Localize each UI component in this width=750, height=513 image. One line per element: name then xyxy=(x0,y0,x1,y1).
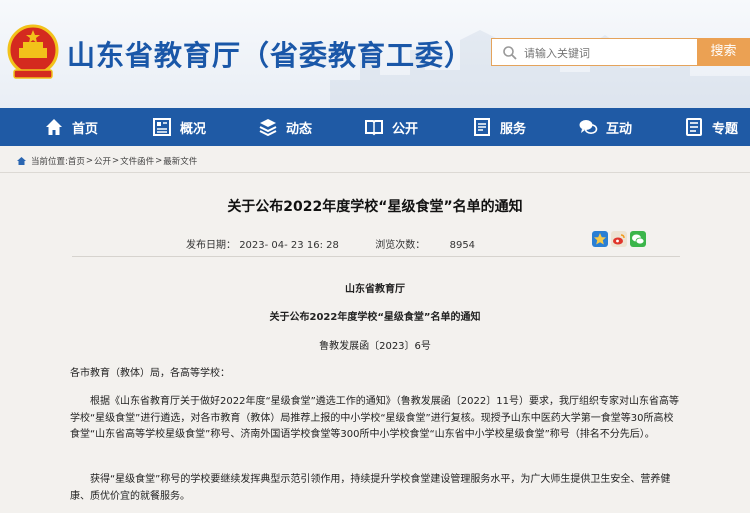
breadcrumb-link-home[interactable]: 首页 xyxy=(68,155,85,167)
publish-date-label: 发布日期： xyxy=(186,240,236,251)
breadcrumb-separator: > xyxy=(85,156,94,166)
search-input[interactable] xyxy=(524,43,689,63)
article-title: 关于公布2022年度学校“星级食堂”名单的通知 xyxy=(227,199,523,215)
home-icon xyxy=(46,119,62,135)
nav-item-label: 公开 xyxy=(392,121,419,137)
breadcrumb-prefix: 当前位置: xyxy=(31,157,68,167)
breadcrumb-separator: > xyxy=(112,156,120,166)
search-box[interactable] xyxy=(491,38,697,66)
book-icon xyxy=(365,120,383,136)
views-label: 浏览次数： xyxy=(375,240,426,251)
body-paragraph-1: 根据《山东省教育厅关于做好2022年度“星级食堂”遴选工作的通知》（鲁教发展函〔… xyxy=(70,396,679,440)
breadcrumb-divider xyxy=(0,172,750,173)
breadcrumb-separator: > xyxy=(155,156,163,166)
meta-divider xyxy=(72,256,680,257)
breadcrumb-link-latest[interactable]: 最新文件 xyxy=(163,155,197,167)
article-meta: 发布日期： 2023- 04- 23 16: 28 浏览次数： 8954 xyxy=(186,236,475,251)
nav-item-home[interactable]: 首页 xyxy=(44,108,98,146)
overview-icon xyxy=(153,118,171,136)
news-icon xyxy=(259,119,277,137)
doc-number: 鲁教发展函〔2023〕6号 xyxy=(319,341,431,352)
nav-item-label: 专题 xyxy=(712,121,739,137)
nav-item-news[interactable]: 动态 xyxy=(258,108,312,146)
search-icon xyxy=(503,46,517,60)
publish-date: 2023- 04- 23 16: 28 xyxy=(239,240,339,251)
qzone-share-icon[interactable] xyxy=(592,231,608,247)
site-header: 山东省教育厅（省委教育工委） 搜索 xyxy=(0,0,750,108)
main-nav: 首页 概况 动态 公开 服务 互动 专题 xyxy=(0,108,750,146)
chat-icon xyxy=(579,120,598,134)
breadcrumb: 当前位置: 首页 > 公开 > 文件函件 > 最新文件 xyxy=(16,154,197,168)
nav-item-label: 动态 xyxy=(286,121,313,137)
weibo-share-icon[interactable] xyxy=(611,231,627,247)
location-home-icon xyxy=(17,157,26,165)
wechat-share-icon[interactable] xyxy=(630,231,646,247)
nav-item-public[interactable]: 公开 xyxy=(364,108,418,146)
service-icon xyxy=(474,118,490,136)
share-buttons xyxy=(592,231,646,247)
nav-item-label: 概况 xyxy=(180,121,207,137)
body-paragraph-2: 获得“星级食堂”称号的学校要继续发挥典型示范引领作用，持续提升学校食堂建设管理服… xyxy=(70,474,671,502)
views-count: 8954 xyxy=(449,240,476,251)
nav-item-label: 服务 xyxy=(500,121,527,137)
search-button[interactable]: 搜索 xyxy=(697,38,750,66)
doc-title: 关于公布2022年度学校“星级食堂”名单的通知 xyxy=(269,312,481,323)
salutation: 各市教育（教体）局，各高等学校： xyxy=(70,368,230,379)
nav-item-overview[interactable]: 概况 xyxy=(152,108,206,146)
nav-item-service[interactable]: 服务 xyxy=(472,108,526,146)
national-emblem-icon xyxy=(7,24,59,79)
issuer: 山东省教育厅 xyxy=(345,284,405,295)
nav-item-label: 互动 xyxy=(606,121,633,137)
topic-icon xyxy=(686,118,702,136)
breadcrumb-link-files[interactable]: 文件函件 xyxy=(120,155,154,167)
nav-item-interact[interactable]: 互动 xyxy=(578,108,632,146)
nav-item-label: 首页 xyxy=(72,121,99,137)
site-title[interactable]: 山东省教育厅（省委教育工委） xyxy=(67,34,473,74)
breadcrumb-link-public[interactable]: 公开 xyxy=(94,155,111,167)
nav-item-topic[interactable]: 专题 xyxy=(684,108,738,146)
